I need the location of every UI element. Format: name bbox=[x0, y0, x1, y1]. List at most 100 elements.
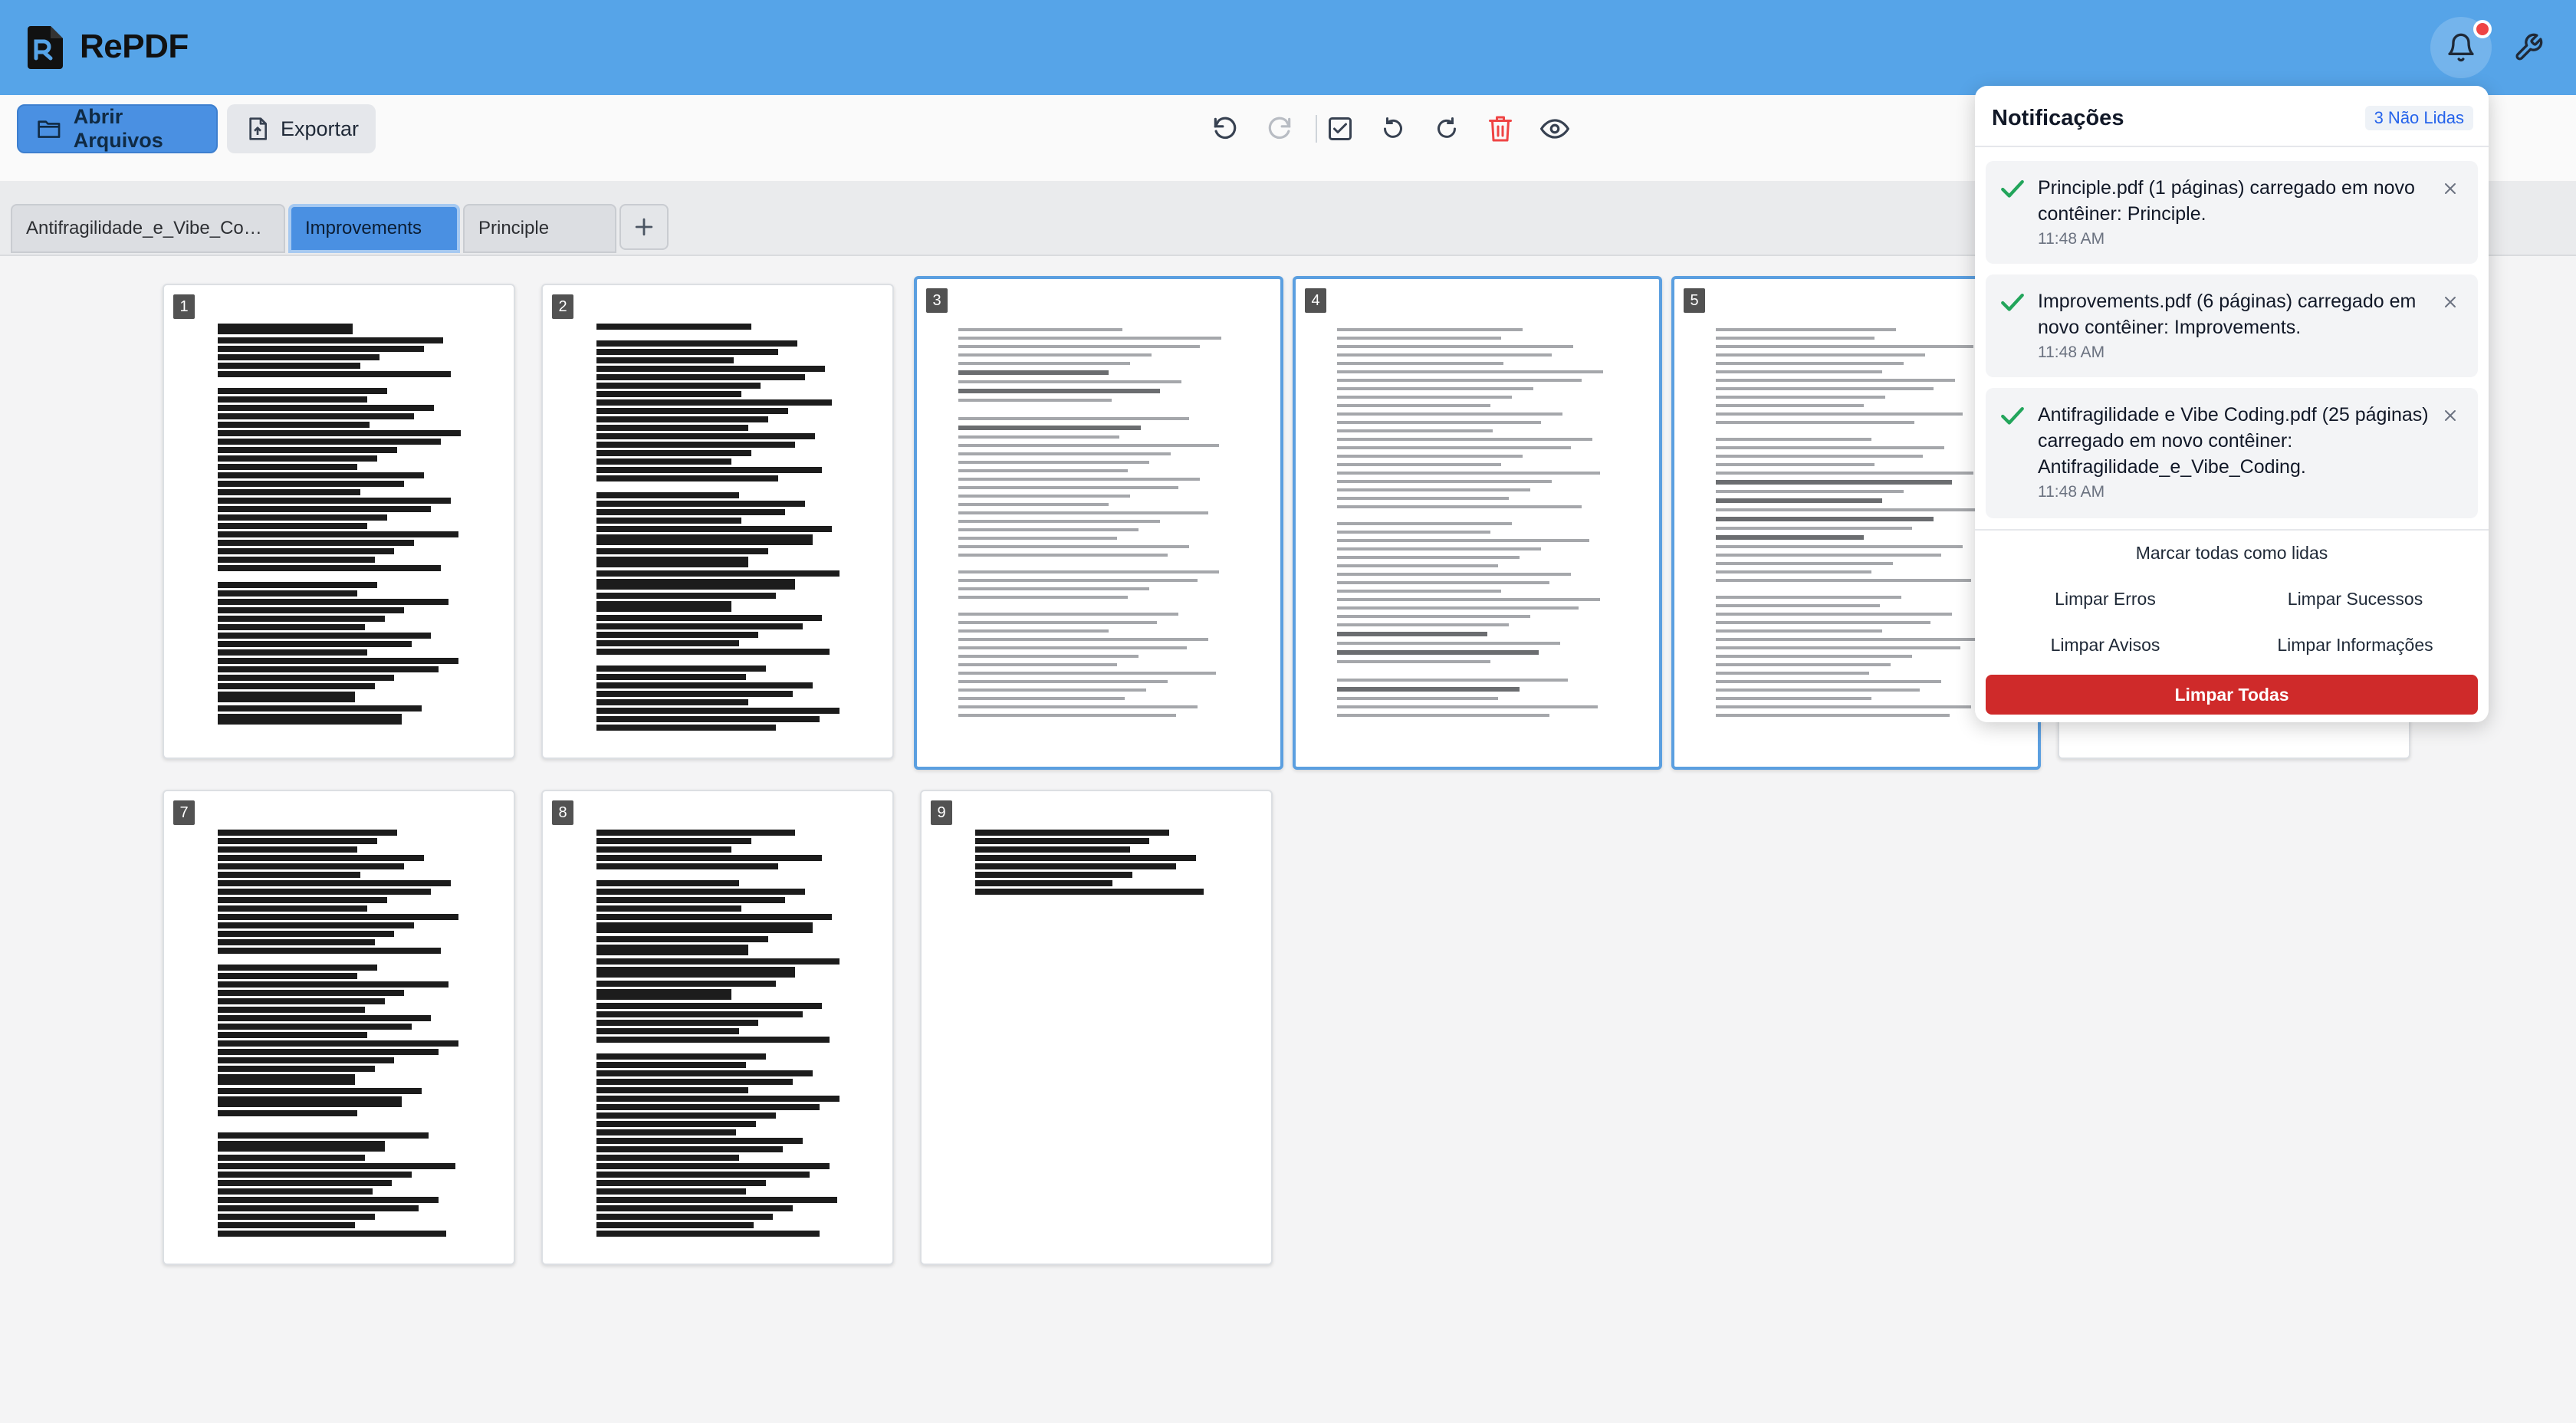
add-tab-button[interactable] bbox=[619, 204, 669, 250]
page-thumbnail[interactable]: 1 bbox=[163, 284, 515, 759]
text-line bbox=[218, 633, 432, 639]
clear-info-button[interactable]: Limpar Informações bbox=[2240, 635, 2470, 656]
text-line bbox=[218, 498, 451, 504]
page-preview bbox=[596, 324, 842, 753]
dismiss-notification-button[interactable] bbox=[2438, 176, 2463, 201]
text-line bbox=[1716, 527, 1912, 530]
text-line bbox=[596, 872, 758, 878]
text-line bbox=[975, 880, 1113, 886]
text-line bbox=[958, 655, 1138, 658]
page-number: 5 bbox=[1684, 288, 1705, 313]
text-line bbox=[218, 863, 405, 869]
text-line bbox=[958, 545, 1189, 548]
text-line bbox=[1337, 421, 1541, 424]
text-line bbox=[596, 442, 796, 448]
text-line bbox=[218, 1088, 422, 1094]
clear-success-button[interactable]: Limpar Sucessos bbox=[2240, 589, 2470, 610]
text-line bbox=[1337, 446, 1571, 449]
text-line bbox=[596, 324, 751, 330]
text-line bbox=[1337, 539, 1589, 542]
text-line bbox=[596, 615, 823, 621]
text-line bbox=[1716, 579, 1971, 582]
text-line bbox=[218, 714, 402, 725]
page-thumbnail[interactable]: 9 bbox=[920, 790, 1273, 1265]
notification-text: Improvements.pdf (6 páginas) carregado e… bbox=[2038, 291, 2417, 338]
app-root: RePDF Abrir Arquivos Exportar Antifragil… bbox=[0, 0, 2576, 1423]
dismiss-notification-button[interactable] bbox=[2438, 403, 2463, 428]
text-line bbox=[596, 1096, 840, 1102]
page-thumbnail[interactable]: 8 bbox=[541, 790, 894, 1265]
text-line bbox=[1716, 697, 1871, 700]
text-line bbox=[1716, 463, 1875, 466]
text-line bbox=[596, 1053, 766, 1060]
text-line bbox=[596, 1045, 785, 1051]
text-line bbox=[596, 1138, 803, 1144]
text-line bbox=[596, 1222, 754, 1228]
page-thumbnail[interactable]: 2 bbox=[541, 284, 894, 759]
rotate-left-button[interactable] bbox=[1375, 110, 1411, 147]
text-line bbox=[596, 905, 741, 912]
text-line bbox=[958, 503, 1109, 506]
text-line bbox=[596, 725, 776, 731]
text-line bbox=[1716, 379, 1955, 382]
text-line bbox=[1337, 556, 1520, 559]
text-line bbox=[596, 433, 815, 439]
clear-errors-button[interactable]: Limpar Erros bbox=[1990, 589, 2220, 610]
text-line bbox=[1337, 547, 1541, 550]
text-line bbox=[1716, 646, 1960, 649]
text-line bbox=[218, 565, 442, 571]
page-thumbnail[interactable]: 7 bbox=[163, 790, 515, 1265]
text-line bbox=[1716, 587, 1923, 590]
text-line bbox=[958, 680, 1168, 683]
text-line bbox=[596, 1112, 776, 1119]
page-thumbnail[interactable]: 4 bbox=[1293, 276, 1662, 770]
dismiss-notification-button[interactable] bbox=[2438, 290, 2463, 314]
rotate-right-button[interactable] bbox=[1428, 110, 1465, 147]
text-line bbox=[1337, 387, 1533, 390]
clear-warnings-button[interactable]: Limpar Avisos bbox=[1990, 635, 2220, 656]
text-line bbox=[1716, 638, 1982, 641]
text-line bbox=[1337, 522, 1512, 525]
text-line bbox=[596, 914, 833, 920]
text-line bbox=[1337, 497, 1509, 500]
text-line bbox=[596, 557, 749, 567]
text-line bbox=[1716, 596, 1901, 599]
select-all-button[interactable] bbox=[1322, 110, 1359, 147]
page-thumbnail[interactable]: 3 bbox=[914, 276, 1283, 770]
text-line bbox=[218, 948, 442, 954]
text-line bbox=[958, 389, 1160, 393]
clear-all-button[interactable]: Limpar Todas bbox=[1986, 675, 2478, 715]
text-line bbox=[218, 464, 358, 470]
text-line bbox=[596, 922, 813, 933]
redo-button[interactable] bbox=[1261, 110, 1298, 147]
page-number: 9 bbox=[931, 800, 952, 825]
notification-item: Principle.pdf (1 páginas) carregado em n… bbox=[1986, 161, 2478, 264]
tab-antifragilidade[interactable]: Antifragilidade_e_Vibe_Co… bbox=[11, 204, 285, 253]
text-line bbox=[1716, 345, 1973, 348]
text-line bbox=[1337, 606, 1579, 610]
text-line bbox=[218, 380, 406, 386]
text-line bbox=[218, 675, 395, 681]
text-line bbox=[1337, 650, 1539, 655]
text-line bbox=[958, 478, 1200, 481]
text-line bbox=[1337, 328, 1523, 331]
text-line bbox=[958, 688, 1146, 692]
text-line bbox=[1716, 472, 1973, 475]
export-button[interactable]: Exportar bbox=[227, 104, 376, 153]
settings-button[interactable] bbox=[2498, 17, 2559, 78]
text-line bbox=[596, 846, 731, 853]
text-line bbox=[596, 1104, 820, 1110]
text-line bbox=[218, 1141, 385, 1152]
text-line bbox=[596, 936, 768, 942]
preview-button[interactable] bbox=[1536, 110, 1573, 147]
text-line bbox=[1337, 669, 1589, 673]
check-icon bbox=[2001, 293, 2024, 311]
text-line bbox=[958, 663, 1117, 666]
delete-button[interactable] bbox=[1482, 110, 1519, 147]
tab-improvements[interactable]: Improvements bbox=[288, 204, 460, 253]
tab-principle[interactable]: Principle bbox=[463, 204, 616, 253]
text-line bbox=[1337, 370, 1603, 373]
undo-button[interactable] bbox=[1207, 110, 1244, 147]
open-files-button[interactable]: Abrir Arquivos bbox=[17, 104, 218, 153]
mark-all-read-button[interactable]: Marcar todas como lidas bbox=[1975, 543, 2489, 564]
